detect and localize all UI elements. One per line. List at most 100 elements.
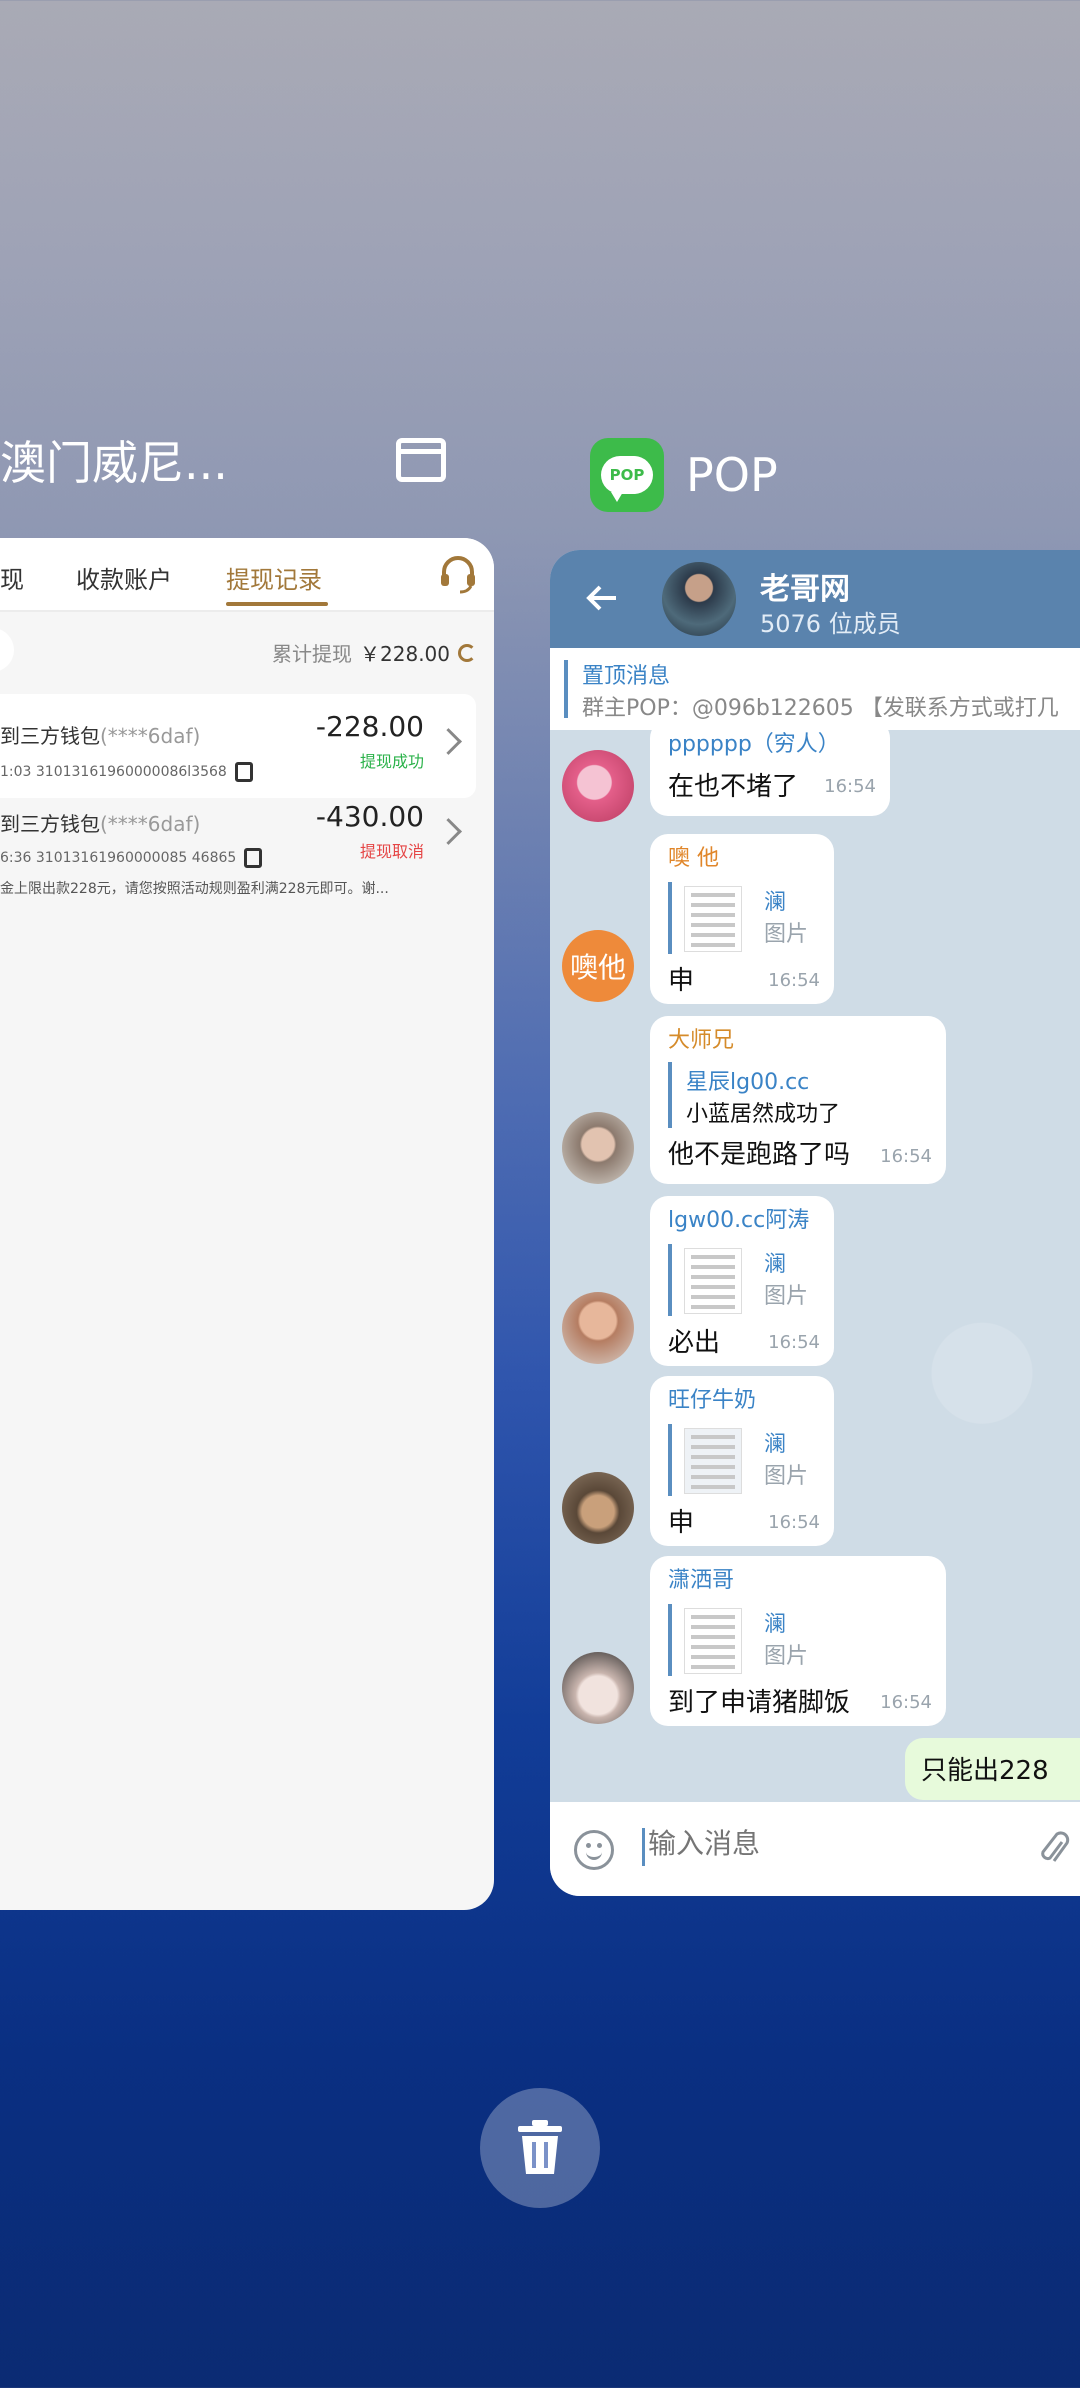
summary-amount: ￥228.00 xyxy=(360,642,450,666)
pinned-title: 置顶消息 xyxy=(582,664,671,689)
message-time: 16:54 xyxy=(880,1692,932,1713)
record-meta: 6:36 31013161960000085 46865 xyxy=(0,848,263,868)
record-amount: -228.00 xyxy=(315,710,424,743)
record-name: 到三方钱包(****6daf) xyxy=(0,724,201,748)
trash-icon xyxy=(518,2120,562,2174)
filter-pill[interactable] xyxy=(0,628,14,672)
chevron-right-icon[interactable] xyxy=(435,728,462,755)
active-tab-indicator xyxy=(226,602,328,606)
message-sender: 潇洒哥 xyxy=(668,1568,735,1593)
clear-all-button[interactable] xyxy=(480,2088,600,2208)
quoted-sender: 澜 xyxy=(764,1612,787,1637)
message-bubble[interactable]: 旺仔牛奶 澜 图片 申 16:54 xyxy=(650,1376,834,1546)
avatar[interactable] xyxy=(562,1472,634,1544)
quoted-text: 图片 xyxy=(764,1464,809,1489)
message-text: 他不是跑路了吗 xyxy=(668,1140,851,1170)
pop-app-icon: POP xyxy=(590,438,664,512)
quoted-message[interactable]: 澜 图片 xyxy=(668,1244,818,1316)
tab-withdraw[interactable]: 现 xyxy=(0,560,24,595)
record-meta: 1:03 31013161960000086l3568 xyxy=(0,762,253,782)
refresh-icon[interactable] xyxy=(458,643,476,662)
message-text: 到了申请猪脚饭 xyxy=(668,1688,851,1718)
message-time: 16:54 xyxy=(768,1332,820,1353)
message-sender: pppppp（穷人） xyxy=(668,732,840,757)
message-time: 16:54 xyxy=(880,1146,932,1167)
message-sender: lgw00.cc阿涛 xyxy=(668,1208,810,1233)
record-name: 到三方钱包(****6daf) xyxy=(0,812,201,836)
headset-icon[interactable] xyxy=(438,554,478,594)
quoted-image-thumb xyxy=(684,1248,742,1314)
emoji-icon[interactable] xyxy=(574,1830,614,1870)
avatar[interactable] xyxy=(562,1112,634,1184)
summary-label: 累计提现 xyxy=(272,642,353,666)
window-icon[interactable] xyxy=(396,438,446,482)
pinned-bar xyxy=(564,660,568,718)
message-bubble[interactable]: pppppp（穷人） 在也不堵了 16:54 xyxy=(650,730,890,816)
message-time: 16:54 xyxy=(824,776,876,797)
copy-icon[interactable] xyxy=(234,762,253,782)
withdraw-record[interactable]: 到三方钱包(****6daf) 6:36 31013161960000085 4… xyxy=(0,800,476,912)
quoted-text: 图片 xyxy=(764,1644,809,1669)
message-bubble[interactable]: 大师兄 星辰lg00.cc 小蓝居然成功了 他不是跑路了吗 16:54 xyxy=(650,1016,946,1184)
tab-withdraw-records[interactable]: 提现记录 xyxy=(226,560,322,595)
back-arrow-icon[interactable] xyxy=(584,580,620,616)
quoted-image-thumb xyxy=(684,886,742,952)
message-bubble[interactable]: 潇洒哥 澜 图片 到了申请猪脚饭 16:54 xyxy=(650,1556,946,1726)
group-name: 老哥网 xyxy=(760,572,850,607)
attach-icon[interactable] xyxy=(1040,1830,1070,1870)
avatar[interactable] xyxy=(562,1292,634,1364)
message-sender: 大师兄 xyxy=(668,1028,735,1053)
record-amount: -430.00 xyxy=(315,800,424,833)
message-list[interactable]: pppppp（穷人） 在也不堵了 16:54 噢他 噢 他 澜 图片 申 16:… xyxy=(550,730,1080,1802)
message-input-bar xyxy=(550,1802,1080,1896)
right-app-card[interactable]: 老哥网 5076 位成员 置顶消息 群主POP：@096b122605 【发联系… xyxy=(550,550,1080,1896)
quoted-text: 图片 xyxy=(764,922,809,947)
chevron-right-icon[interactable] xyxy=(435,818,462,845)
quoted-sender: 星辰lg00.cc xyxy=(686,1070,810,1095)
quoted-sender: 澜 xyxy=(764,1252,787,1277)
record-note: 金上限出款228元，请您按照活动规则盈利满228元即可。谢... xyxy=(0,881,389,897)
group-member-count: 5076 位成员 xyxy=(760,610,901,638)
record-status: 提现成功 xyxy=(359,752,424,771)
quoted-image-thumb xyxy=(684,1608,742,1674)
record-status: 提现取消 xyxy=(359,842,424,861)
copy-icon[interactable] xyxy=(244,848,263,868)
quoted-message[interactable]: 澜 图片 xyxy=(668,1424,818,1496)
right-app-title: POP xyxy=(686,448,778,502)
message-text: 只能出228 xyxy=(921,1756,1049,1786)
quoted-image-thumb xyxy=(684,1428,742,1494)
message-time: 16:54 xyxy=(768,1512,820,1533)
quoted-message[interactable]: 星辰lg00.cc 小蓝居然成功了 xyxy=(668,1062,928,1128)
quoted-sender: 澜 xyxy=(764,890,787,915)
message-bubble[interactable]: lgw00.cc阿涛 澜 图片 必出 16:54 xyxy=(650,1196,834,1366)
group-avatar[interactable] xyxy=(662,562,736,636)
quoted-text: 图片 xyxy=(764,1284,809,1309)
avatar[interactable]: 噢他 xyxy=(562,930,634,1002)
message-text: 申 xyxy=(668,1508,695,1538)
message-text: 在也不堵了 xyxy=(668,772,799,802)
quoted-message[interactable]: 澜 图片 xyxy=(668,1604,818,1676)
quoted-sender: 澜 xyxy=(764,1432,787,1457)
text-cursor xyxy=(642,1828,645,1866)
withdraw-summary: 累计提现 ￥228.00 xyxy=(272,638,476,667)
message-text: 必出 xyxy=(668,1328,721,1358)
pinned-message[interactable]: 置顶消息 群主POP：@096b122605 【发联系方式或打几 xyxy=(550,648,1080,730)
message-time: 16:54 xyxy=(768,970,820,991)
quoted-message[interactable]: 澜 图片 xyxy=(668,882,818,954)
withdraw-record[interactable]: 到三方钱包(****6daf) 1:03 31013161960000086l3… xyxy=(0,694,476,798)
avatar[interactable] xyxy=(562,1652,634,1724)
quoted-text: 小蓝居然成功了 xyxy=(686,1102,841,1127)
outgoing-message-bubble[interactable]: 只能出228 16 xyxy=(905,1738,1080,1800)
chat-header: 老哥网 5076 位成员 xyxy=(550,550,1080,648)
message-sender: 旺仔牛奶 xyxy=(668,1388,757,1413)
tab-bar: 现 收款账户 提现记录 xyxy=(0,538,494,612)
message-sender: 噢 他 xyxy=(668,846,719,871)
avatar[interactable] xyxy=(562,750,634,822)
pinned-text: 群主POP：@096b122605 【发联系方式或打几 xyxy=(582,696,1059,721)
pop-logo-text: POP xyxy=(601,456,653,502)
message-text: 申 xyxy=(668,966,695,996)
message-input[interactable] xyxy=(646,1826,1010,1861)
tab-accounts[interactable]: 收款账户 xyxy=(76,560,172,595)
left-app-card[interactable]: 现 收款账户 提现记录 累计提现 ￥228.00 到三方钱包(****6daf)… xyxy=(0,538,494,1910)
message-bubble[interactable]: 噢 他 澜 图片 申 16:54 xyxy=(650,834,834,1004)
